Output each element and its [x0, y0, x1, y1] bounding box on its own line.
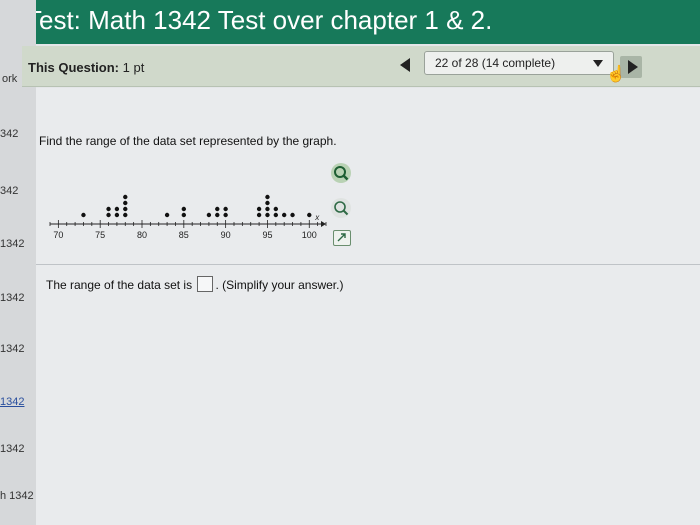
data-dot: [114, 212, 120, 218]
data-dot: [123, 212, 128, 218]
sidebar-item[interactable]: 342: [0, 128, 18, 140]
data-dot: [281, 212, 287, 218]
question-points-value: 1 pt: [122, 60, 145, 75]
data-dot: [123, 206, 128, 212]
data-dot: [181, 206, 187, 212]
data-dot: [114, 206, 120, 212]
sidebar-item[interactable]: 342: [0, 185, 18, 197]
data-dot: [307, 212, 312, 218]
dot-plot: 70 75 80 85 90 95 100 x: [49, 194, 327, 240]
x-axis-arrowhead: [321, 221, 326, 227]
zoom-out-button[interactable]: [331, 198, 351, 218]
data-dot: [265, 200, 270, 206]
data-dot: [106, 212, 111, 218]
answer-prefix: The range of the data set is: [46, 278, 193, 292]
previous-question-button[interactable]: [400, 58, 410, 72]
chevron-down-icon: [593, 60, 603, 67]
answer-row: The range of the data set is . (Simplify…: [46, 276, 343, 292]
data-dot: [265, 206, 270, 212]
data-dot: [290, 212, 295, 218]
data-dot: [223, 212, 228, 218]
data-dot: [256, 212, 262, 218]
data-dot: [215, 212, 220, 218]
data-dot: [106, 206, 111, 212]
data-dot: [265, 212, 270, 218]
data-dot: [181, 212, 187, 218]
question-points: This Question: 1 pt: [28, 60, 144, 75]
x-tick-label: 75: [95, 230, 105, 240]
sidebar-item[interactable]: 1342: [0, 292, 24, 304]
zoom-out-icon: [334, 201, 349, 216]
hand-pointer-icon: ☝: [606, 66, 626, 83]
sidebar-item[interactable]: 1342: [0, 343, 24, 355]
data-dot: [164, 212, 170, 218]
data-dot: [206, 212, 212, 218]
question-prompt: Find the range of the data set represent…: [39, 134, 337, 148]
data-dot: [273, 212, 279, 218]
sidebar-item[interactable]: 1342: [0, 443, 24, 455]
x-tick-label: 100: [302, 230, 317, 240]
zoom-in-button[interactable]: [331, 163, 351, 183]
divider: [36, 264, 700, 265]
sidebar-item[interactable]: 1342: [0, 396, 24, 408]
sidebar-ork-label: ork: [2, 73, 18, 85]
sidebar-item[interactable]: 1342: [0, 238, 24, 250]
data-dot: [215, 206, 220, 212]
title-bar: ork Test: Math 1342 Test over chapter 1 …: [0, 0, 700, 44]
question-content: [36, 88, 700, 525]
data-dot: [265, 194, 270, 200]
x-tick-label: 80: [137, 230, 147, 240]
x-tick-label: 70: [53, 230, 63, 240]
data-dot: [123, 194, 128, 200]
sidebar-item[interactable]: h 1342: [0, 490, 34, 502]
external-link-button[interactable]: [333, 230, 351, 246]
question-bar: This Question: 1 pt 22 of 28 (14 complet…: [22, 46, 700, 87]
x-axis-label: x: [314, 213, 320, 222]
question-selector-label: 22 of 28 (14 complete): [435, 56, 556, 70]
test-title: Test: Math 1342 Test over chapter 1 & 2.: [26, 5, 493, 35]
answer-suffix: . (Simplify your answer.): [215, 278, 344, 292]
data-dot: [256, 206, 262, 212]
data-dot: [273, 206, 279, 212]
answer-input[interactable]: [197, 276, 214, 292]
x-tick-label: 90: [221, 230, 231, 240]
external-link-icon: [337, 233, 346, 242]
data-dot: [123, 200, 128, 206]
data-dot: [81, 212, 86, 218]
x-tick-label: 85: [179, 230, 189, 240]
question-selector[interactable]: 22 of 28 (14 complete): [424, 51, 614, 75]
zoom-in-icon: [334, 166, 349, 181]
question-points-label: This Question:: [28, 60, 119, 75]
x-tick-label: 95: [262, 230, 272, 240]
data-dot: [223, 206, 228, 212]
